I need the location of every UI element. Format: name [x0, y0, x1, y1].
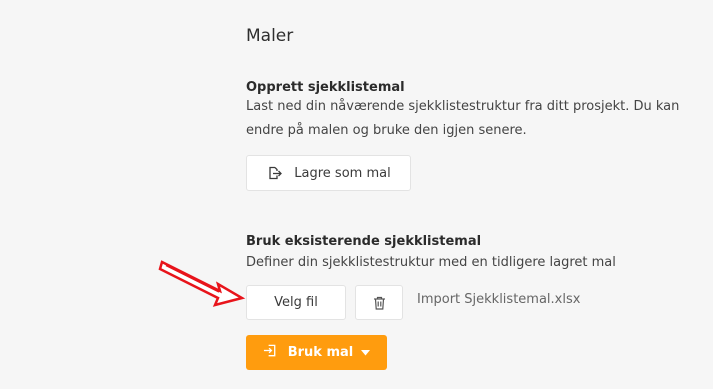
- choose-file-button[interactable]: Velg fil: [246, 285, 346, 320]
- apply-template-label: Bruk mal: [287, 345, 354, 360]
- import-icon: [263, 343, 278, 362]
- save-as-template-label: Lagre som mal: [294, 165, 391, 181]
- page-title: Maler: [246, 26, 294, 46]
- apply-template-button[interactable]: Bruk mal: [246, 335, 387, 370]
- annotation-arrow-icon: [158, 250, 248, 314]
- trash-icon: [373, 296, 386, 310]
- save-as-template-button[interactable]: Lagre som mal: [246, 155, 411, 191]
- templates-page: Maler Opprett sjekklistemal Last ned din…: [0, 0, 713, 389]
- export-icon: [266, 165, 283, 181]
- delete-file-button[interactable]: [355, 285, 403, 320]
- create-template-heading: Opprett sjekklistemal: [246, 80, 405, 95]
- selected-file-name: Import Sjekklistemal.xlsx: [417, 292, 581, 307]
- caret-down-icon[interactable]: [361, 345, 371, 360]
- create-template-description: Last ned din nåværende sjekklistestruktu…: [246, 99, 680, 138]
- use-template-description: Definer din sjekklistestruktur med en ti…: [246, 255, 616, 270]
- use-template-heading: Bruk eksisterende sjekklistemal: [246, 234, 482, 249]
